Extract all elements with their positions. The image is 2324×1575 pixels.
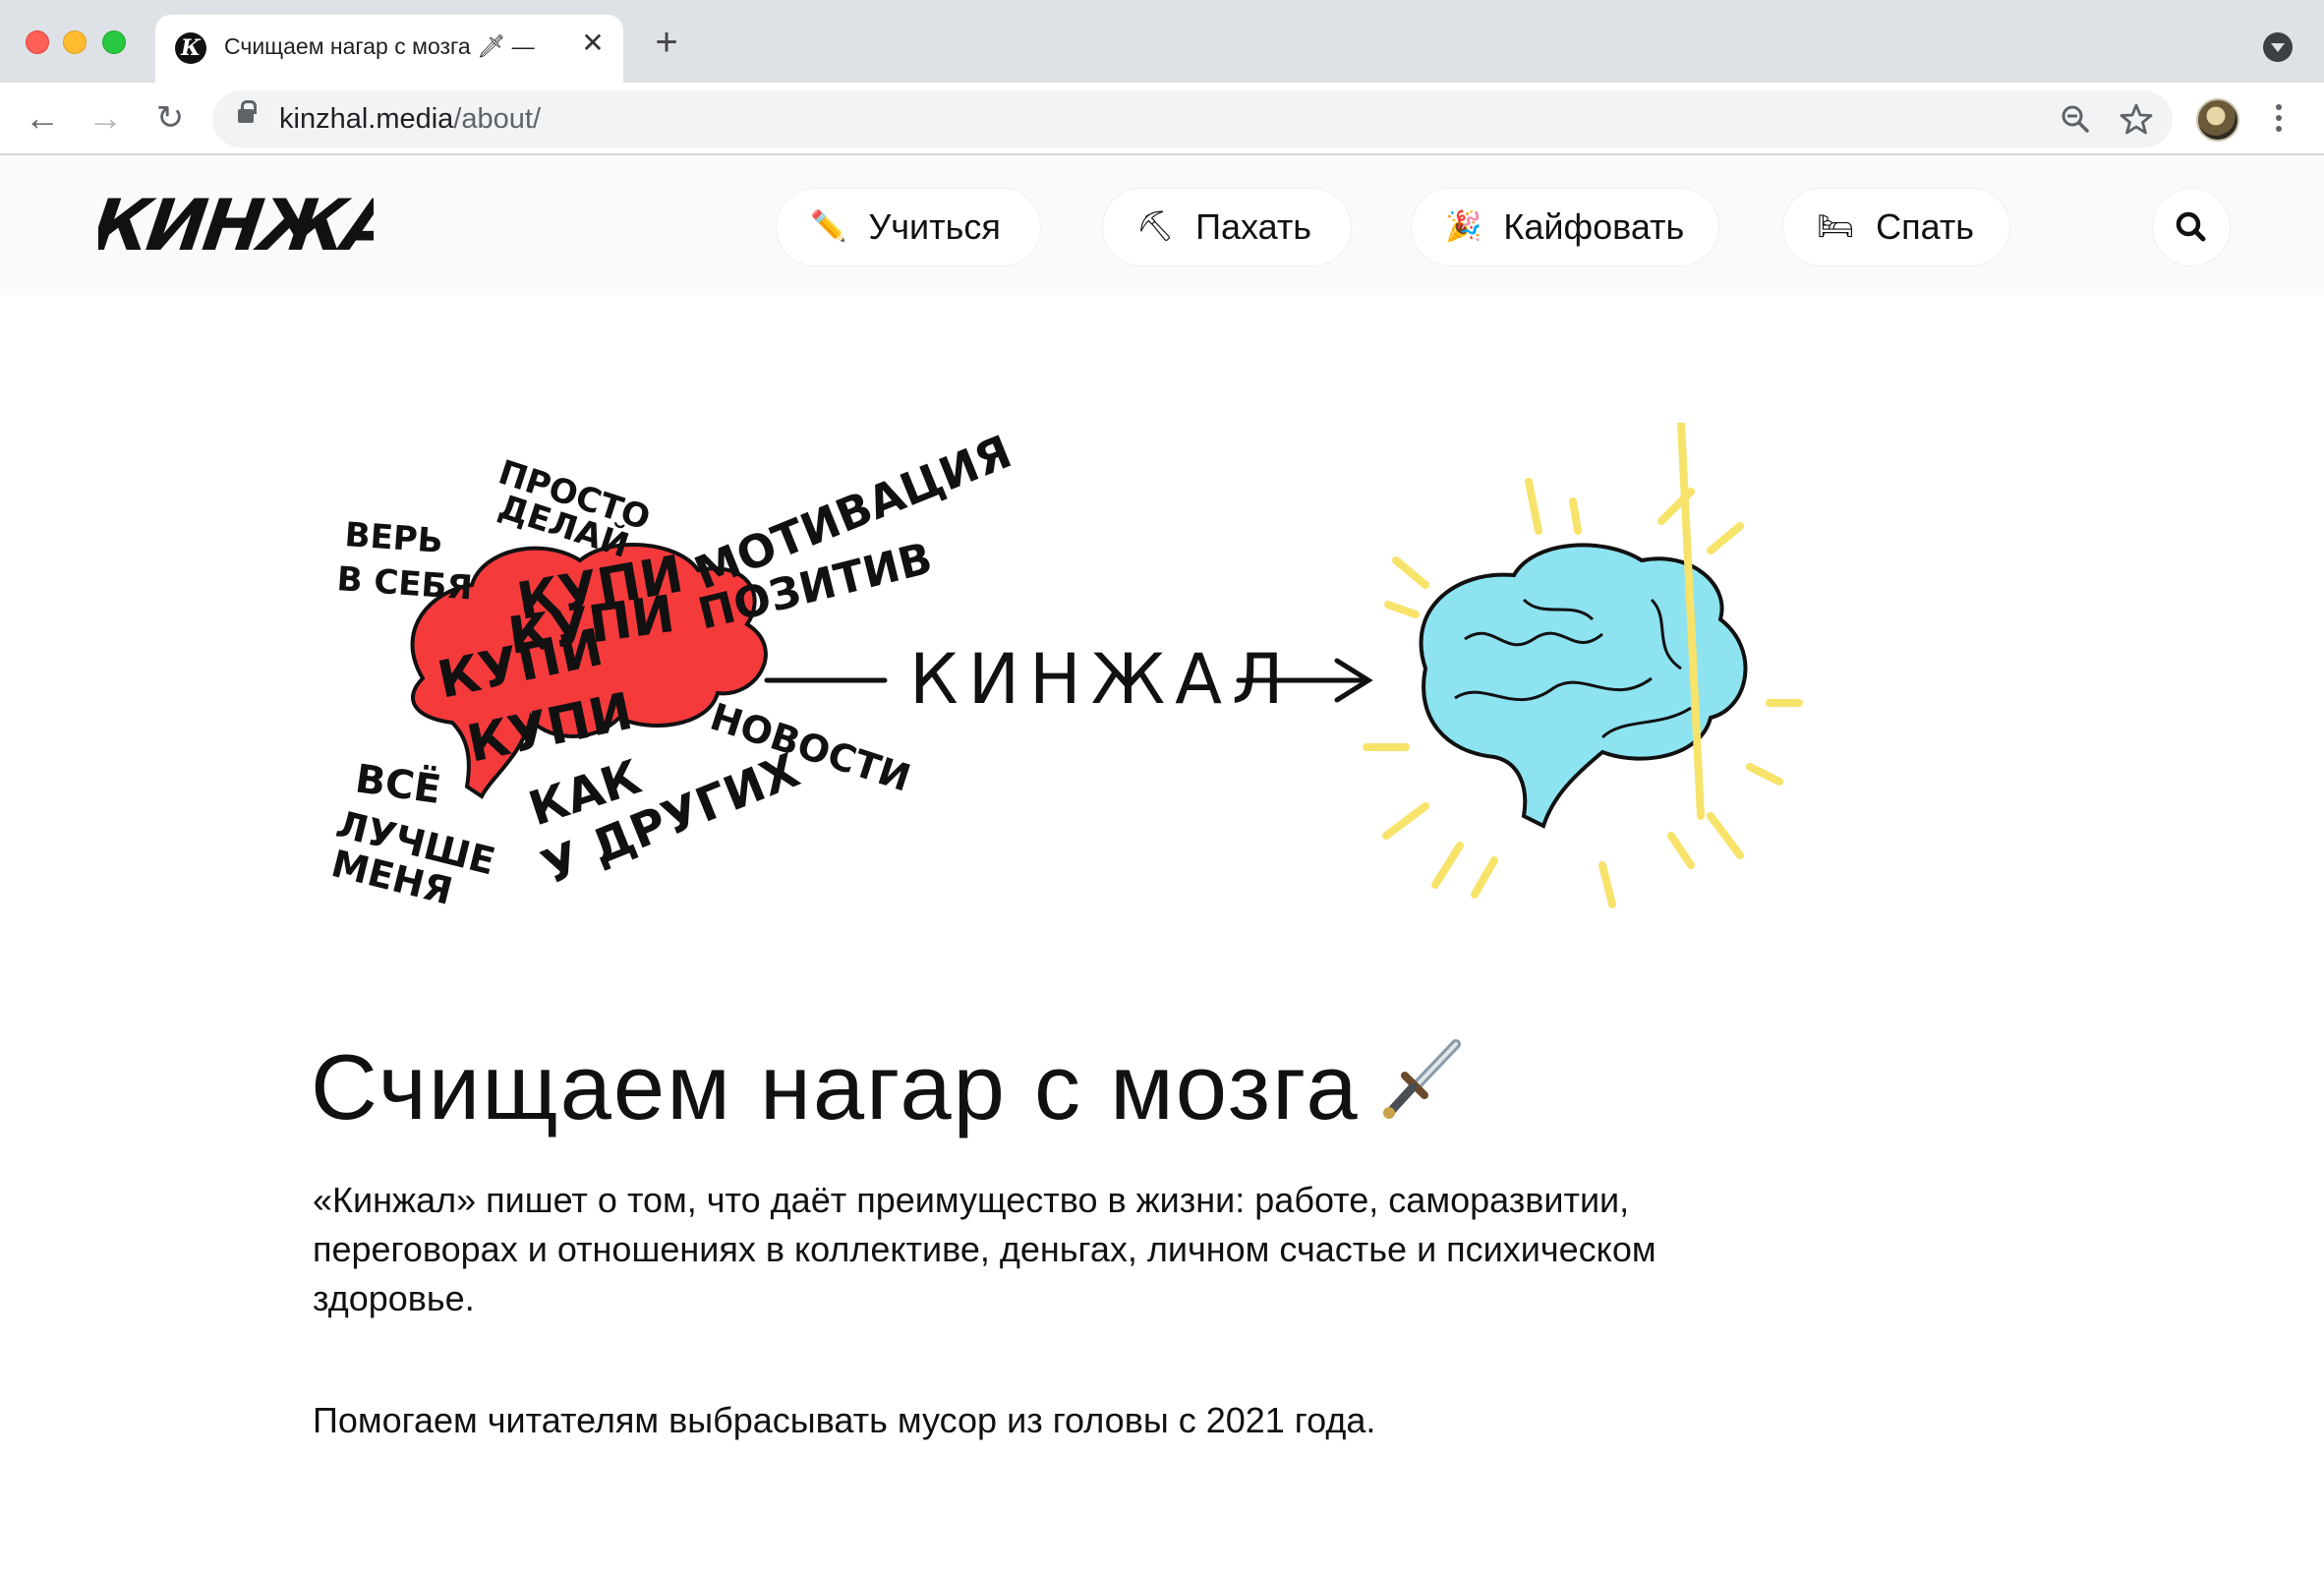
zoom-out-icon[interactable] bbox=[2057, 100, 2094, 138]
hero-illustration: ПРОСТО ДЕЛАЙ МОТИВАЦИЯ ВЕРЬ В СЕБЯ КУПИ … bbox=[295, 419, 1848, 934]
browser-tab-active[interactable]: К Счищаем нагар с мозга 🗡 — ✕ bbox=[155, 15, 623, 83]
url-host: kinzhal.media bbox=[279, 103, 454, 135]
bed-icon: 🛏 bbox=[1817, 210, 1855, 243]
word-vse: ВСЁ bbox=[353, 754, 444, 813]
word-ver: ВЕРЬ bbox=[343, 515, 444, 561]
window-close-button[interactable] bbox=[26, 30, 49, 54]
url-path: /about/ bbox=[453, 103, 542, 135]
menu-item-enjoy[interactable]: 🎉 Кайфовать bbox=[1412, 189, 1718, 265]
menu-item-label: Учиться bbox=[868, 206, 1001, 247]
forward-arrow-icon[interactable]: → bbox=[85, 98, 126, 140]
article-note: Помогаем читателям выбрасывать мусор из … bbox=[313, 1400, 1376, 1440]
dagger-icon bbox=[1382, 1039, 1461, 1119]
party-popper-icon: 🎉 bbox=[1445, 210, 1482, 243]
menu-item-sleep[interactable]: 🛏 Спать bbox=[1783, 189, 2009, 265]
browser-toolbar: ← → ↻ kinzhal.media/about/ bbox=[0, 83, 2324, 155]
tab-search-icon[interactable] bbox=[2263, 32, 2293, 62]
menu-item-learn[interactable]: ✏️ Учиться bbox=[777, 189, 1040, 265]
logo-text: КИНЖАЛ bbox=[98, 185, 374, 263]
address-bar[interactable]: kinzhal.media/about/ bbox=[212, 90, 2173, 147]
profile-avatar[interactable] bbox=[2196, 98, 2239, 142]
site-logo[interactable]: КИНЖАЛ bbox=[87, 185, 459, 267]
window-zoom-button[interactable] bbox=[102, 30, 126, 54]
arrow-label: КИНЖАЛ bbox=[909, 639, 1294, 720]
menu-item-work[interactable]: ⛏ Пахать bbox=[1103, 189, 1351, 265]
browser-tabstrip: К Счищаем нагар с мозга 🗡 — ✕ + bbox=[0, 0, 2324, 83]
search-icon bbox=[2176, 211, 2206, 242]
search-button[interactable] bbox=[2153, 189, 2230, 265]
site-header: КИНЖАЛ ✏️ Учиться ⛏ Пахать 🎉 Кайфовать 🛏… bbox=[0, 155, 2324, 295]
article-lead: «Кинжал» пишет о том, что даёт преимущес… bbox=[313, 1180, 1656, 1318]
bookmark-star-icon[interactable] bbox=[2118, 100, 2155, 138]
lock-icon[interactable] bbox=[238, 100, 257, 123]
url-text[interactable]: kinzhal.media/about/ bbox=[279, 103, 541, 136]
tab-title: Счищаем нагар с мозга 🗡 — bbox=[224, 33, 535, 59]
menu-item-label: Пахать bbox=[1195, 206, 1312, 247]
tab-close-icon[interactable]: ✕ bbox=[578, 29, 608, 58]
pickaxe-icon: ⛏ bbox=[1136, 210, 1175, 243]
new-tab-button[interactable]: + bbox=[649, 23, 684, 62]
back-arrow-icon[interactable]: ← bbox=[22, 98, 63, 140]
page-title-text: Счищаем нагар с мозга bbox=[311, 1035, 1360, 1138]
menu-item-label: Кайфовать bbox=[1503, 206, 1685, 247]
word-v-sebya: В СЕБЯ bbox=[335, 559, 473, 609]
menu-item-label: Спать bbox=[1876, 206, 1975, 247]
reload-icon[interactable]: ↻ bbox=[149, 98, 191, 140]
page-title: Счищаем нагар с мозга bbox=[311, 1030, 1472, 1140]
pencil-icon: ✏️ bbox=[810, 210, 847, 243]
window-minimize-button[interactable] bbox=[63, 30, 87, 54]
more-menu-icon[interactable] bbox=[2267, 100, 2291, 140]
site-favicon-icon: К bbox=[175, 32, 206, 64]
